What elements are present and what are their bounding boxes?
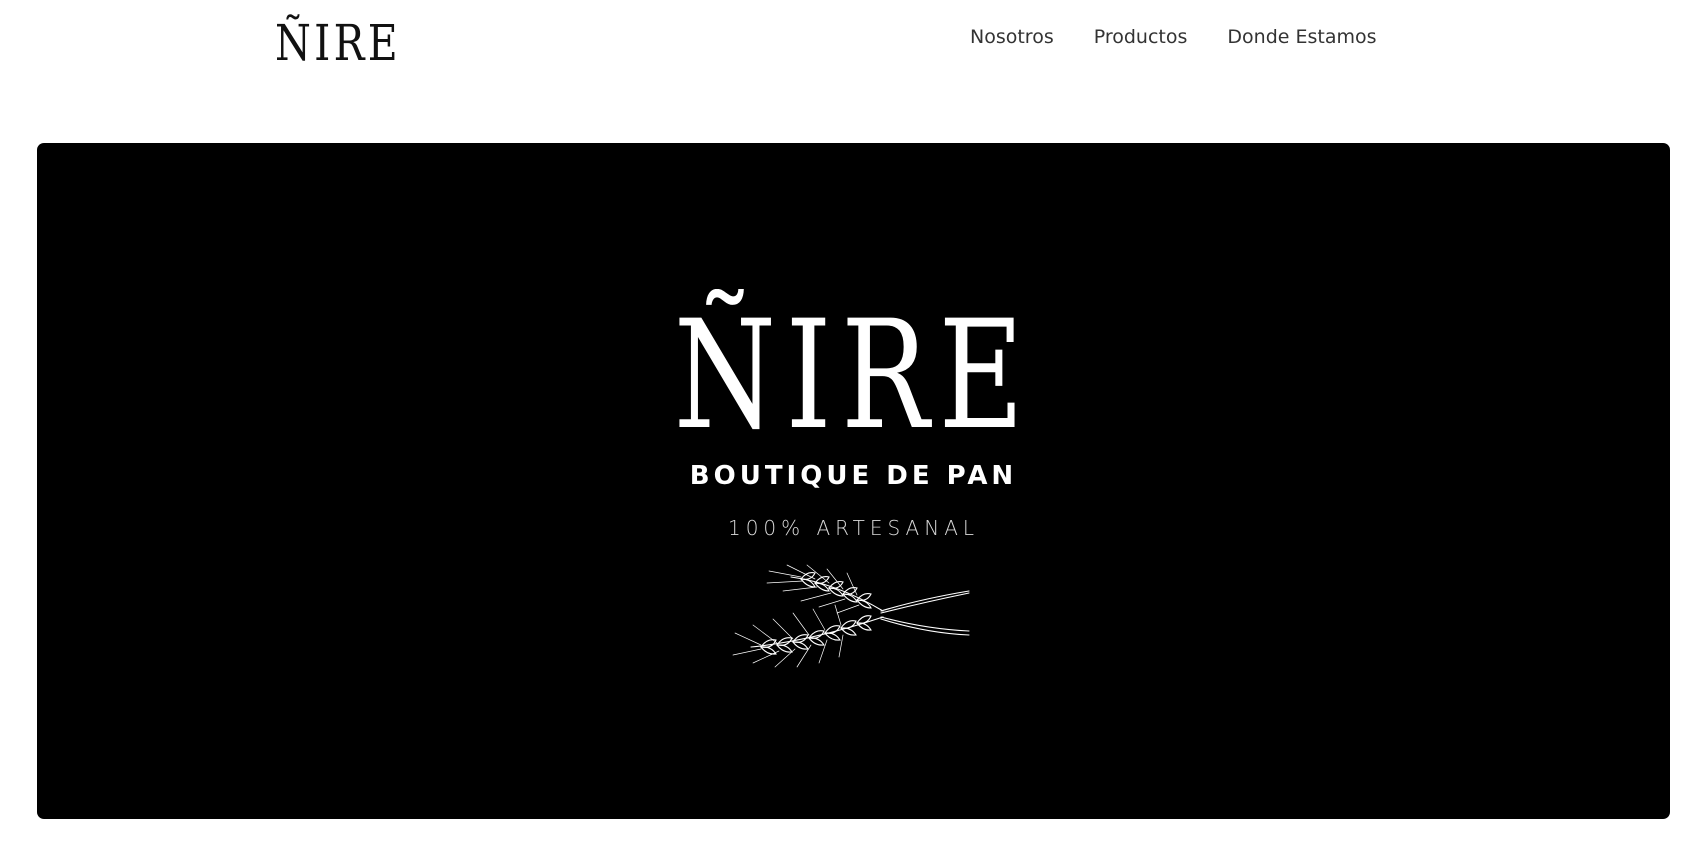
nav-menu: Nosotros Productos Donde Estamos xyxy=(970,26,1377,48)
nav-link-productos[interactable]: Productos xyxy=(1094,26,1188,48)
navbar: ÑIRE Nosotros Productos Donde Estamos xyxy=(0,0,1707,90)
hero-title: ÑIRE xyxy=(673,289,1034,463)
hero-banner: ÑIRE BOUTIQUE DE PAN 100% ARTESANAL xyxy=(37,143,1670,819)
brand-logo-link[interactable]: ÑIRE xyxy=(275,8,401,78)
hero-tagline: 100% ARTESANAL xyxy=(727,516,980,540)
nav-link-nosotros[interactable]: Nosotros xyxy=(970,26,1054,48)
wheat-ears-icon xyxy=(732,564,970,668)
hero-subtitle: BOUTIQUE DE PAN xyxy=(689,461,1018,491)
hero-logo: ÑIRE BOUTIQUE DE PAN 100% ARTESANAL xyxy=(37,143,1670,819)
nav-link-donde-estamos[interactable]: Donde Estamos xyxy=(1227,26,1376,48)
